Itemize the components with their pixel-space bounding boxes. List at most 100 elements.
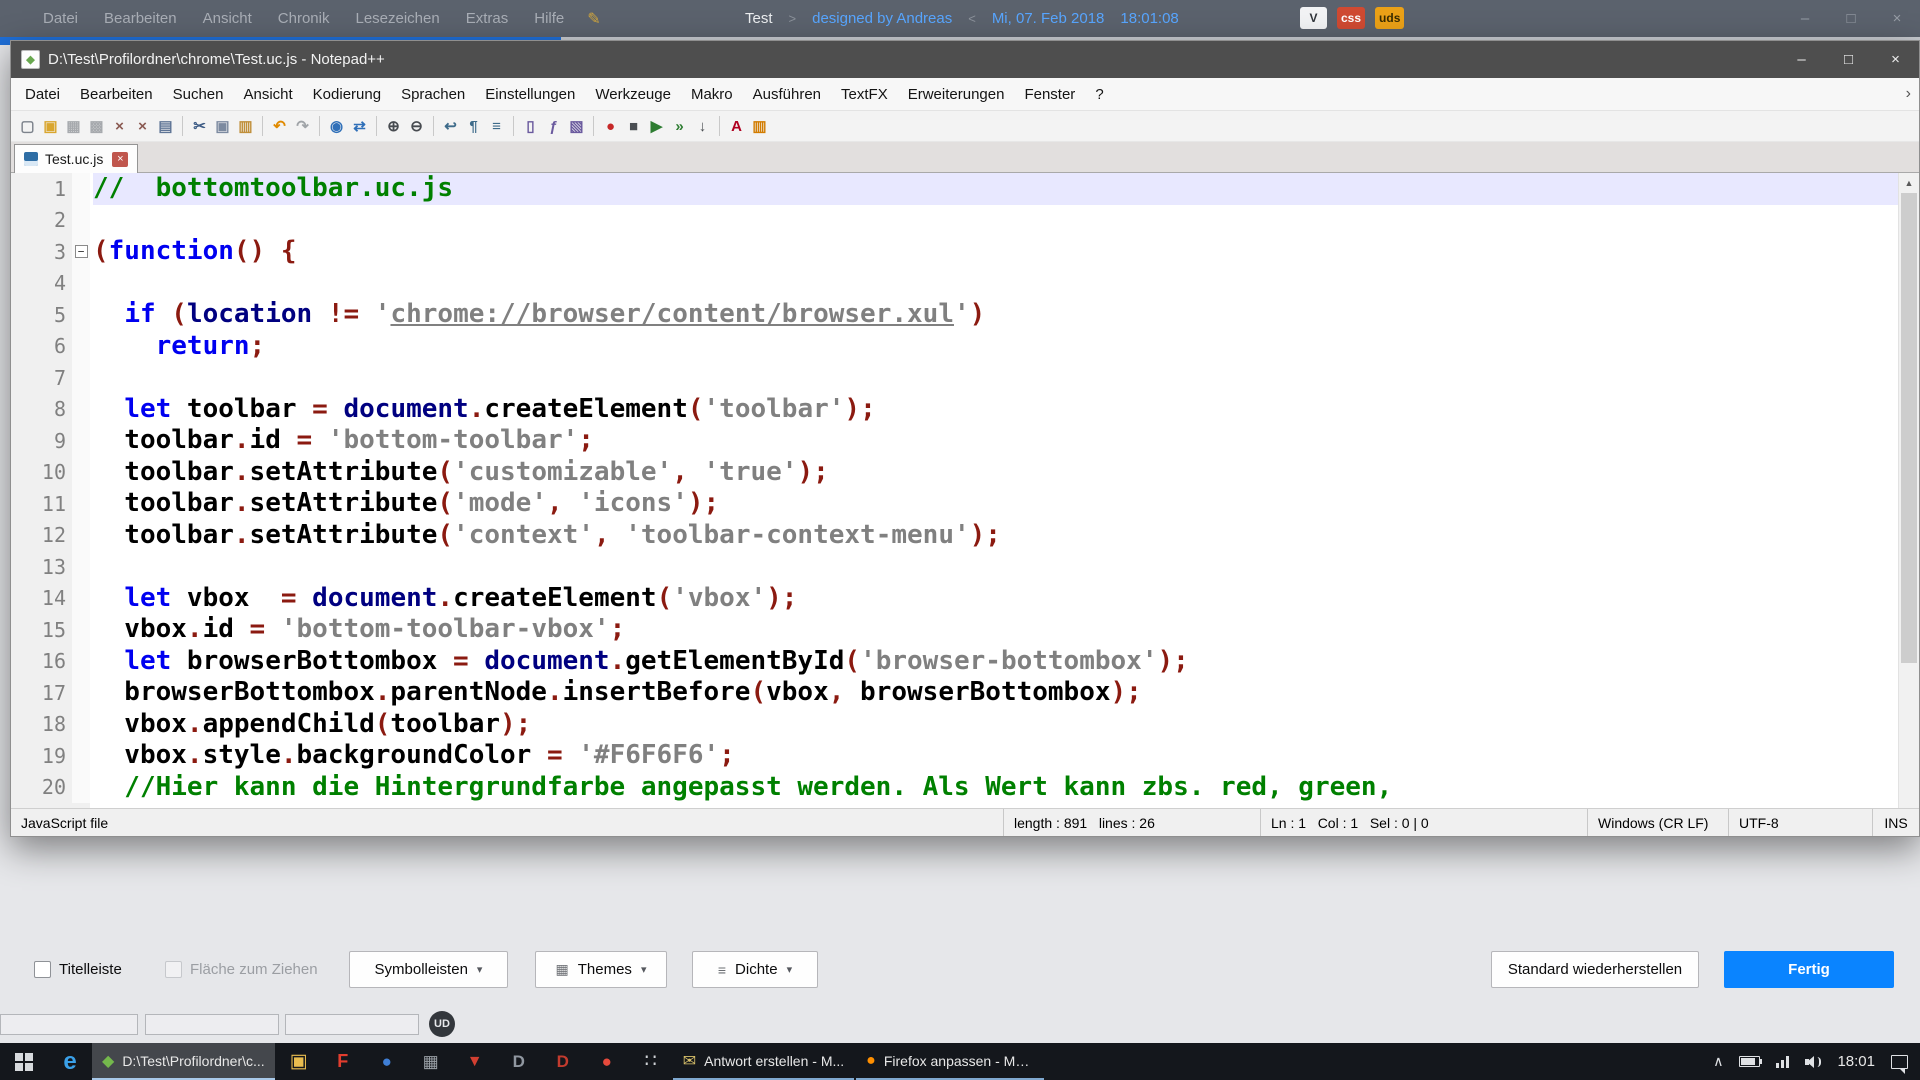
mail-taskbar-button[interactable]: ✉Antwort erstellen - M... — [673, 1043, 854, 1080]
save-all-icon[interactable]: ▩ — [85, 115, 108, 138]
editor-line[interactable]: let browserBottombox = document.getEleme… — [93, 646, 1919, 678]
editor-line[interactable] — [93, 551, 1919, 583]
dots-grid-app-icon[interactable]: ∷ — [629, 1043, 673, 1080]
spell-check-icon[interactable]: A — [725, 115, 748, 138]
tab-test-uc-js[interactable]: Test.uc.js × — [14, 144, 138, 173]
red-d-app-icon[interactable]: D — [541, 1043, 585, 1080]
npp-menu-textfx[interactable]: TextFX — [831, 86, 898, 103]
status-insert-mode[interactable]: INS — [1872, 809, 1919, 836]
npp-titlebar[interactable]: ◆ D:\Test\Profilordner\chrome\Test.uc.js… — [11, 41, 1919, 78]
cut-icon[interactable]: ✂ — [188, 115, 211, 138]
editor-scrollbar[interactable]: ▲ — [1898, 173, 1919, 808]
folder-as-workspace-icon[interactable]: ▧ — [565, 115, 588, 138]
toolbars-dropdown[interactable]: Symbolleisten ▾ — [349, 951, 508, 988]
editor-line[interactable]: let toolbar = document.createElement('to… — [93, 394, 1919, 426]
redo-icon[interactable]: ↷ — [291, 115, 314, 138]
blue-app-icon[interactable]: ● — [365, 1043, 409, 1080]
fold-collapse-icon[interactable]: − — [75, 245, 88, 258]
function-list-icon[interactable]: ƒ — [542, 115, 565, 138]
open-folder-icon[interactable]: ▣ — [39, 115, 62, 138]
editor-line[interactable]: vbox.appendChild(toolbar); — [93, 709, 1919, 741]
done-button[interactable]: Fertig — [1724, 951, 1894, 988]
npp-menu-werkzeuge[interactable]: Werkzeuge — [585, 86, 681, 103]
firefox-menu-datei[interactable]: Datei — [30, 10, 91, 27]
file-explorer-icon[interactable]: ▣ — [277, 1043, 321, 1080]
tab-close-icon[interactable]: × — [112, 152, 128, 167]
start-button[interactable] — [0, 1043, 48, 1080]
print-icon[interactable]: ▤ — [154, 115, 177, 138]
npp-menu-kodierung[interactable]: Kodierung — [303, 86, 391, 103]
css-badge[interactable]: css — [1337, 7, 1365, 29]
tray-clock[interactable]: 18:01 — [1837, 1053, 1875, 1070]
close-all-icon[interactable]: × — [131, 115, 154, 138]
npp-menu-makro[interactable]: Makro — [681, 86, 743, 103]
editor-line[interactable] — [93, 205, 1919, 237]
themes-dropdown[interactable]: ▦ Themes ▾ — [535, 951, 667, 988]
npp-menu-bearbeiten[interactable]: Bearbeiten — [70, 86, 163, 103]
npp-menu-fenster[interactable]: Fenster — [1014, 86, 1085, 103]
menu-overflow-chevron[interactable]: › — [1906, 85, 1911, 103]
npp-maximize-button[interactable]: □ — [1825, 41, 1872, 78]
macro-run-multiple-icon[interactable]: » — [668, 115, 691, 138]
firefox-menu-hilfe[interactable]: Hilfe — [521, 10, 577, 27]
copy-icon[interactable]: ▣ — [211, 115, 234, 138]
status-encoding[interactable]: UTF-8 — [1728, 809, 1872, 836]
npp-menu-ausf-hren[interactable]: Ausführen — [743, 86, 831, 103]
status-eol-format[interactable]: Windows (CR LF) — [1587, 809, 1728, 836]
battery-icon[interactable] — [1739, 1056, 1760, 1067]
npp-menu-einstellungen[interactable]: Einstellungen — [475, 86, 585, 103]
v-badge[interactable]: V — [1300, 7, 1327, 29]
firefox-menu-bearbeiten[interactable]: Bearbeiten — [91, 10, 190, 27]
red-arrow-app-icon[interactable]: ▼ — [453, 1043, 497, 1080]
tray-expand-chevron-icon[interactable]: ∧ — [1713, 1053, 1723, 1070]
save-file-icon[interactable]: ▦ — [62, 115, 85, 138]
editor-line[interactable]: vbox.style.backgroundColor = '#F6F6F6'; — [93, 740, 1919, 772]
edge-icon[interactable]: e — [48, 1043, 92, 1080]
firefox-taskbar-button[interactable]: ●Firefox anpassen - Mo... — [856, 1043, 1044, 1080]
undo-icon[interactable]: ↶ — [268, 115, 291, 138]
speaker-icon[interactable] — [1805, 1055, 1821, 1069]
npp-menu-sprachen[interactable]: Sprachen — [391, 86, 475, 103]
scrollbar-up-icon[interactable]: ▲ — [1899, 173, 1919, 192]
macro-play-icon[interactable]: ▶ — [645, 115, 668, 138]
editor-line[interactable] — [93, 268, 1919, 300]
network-icon[interactable] — [1776, 1056, 1789, 1068]
close-file-icon[interactable]: × — [108, 115, 131, 138]
zoom-out-icon[interactable]: ⊖ — [405, 115, 428, 138]
editor-line[interactable]: toolbar.setAttribute('context', 'toolbar… — [93, 520, 1919, 552]
paste-icon[interactable]: ▥ — [234, 115, 257, 138]
replace-icon[interactable]: ⇄ — [348, 115, 371, 138]
firefox-menu-extras[interactable]: Extras — [453, 10, 522, 27]
word-wrap-icon[interactable]: ↩ — [439, 115, 462, 138]
editor-line[interactable] — [93, 362, 1919, 394]
editor-line[interactable]: // bottomtoolbar.uc.js — [93, 173, 1919, 205]
document-map-icon[interactable]: ▯ — [519, 115, 542, 138]
editor-lines[interactable]: // bottomtoolbar.uc.js(function() { if (… — [90, 173, 1919, 808]
find-icon[interactable]: ◉ — [325, 115, 348, 138]
npp-menu-datei[interactable]: Datei — [15, 86, 70, 103]
red-f-app-icon[interactable]: F — [321, 1043, 365, 1080]
editor-line[interactable]: toolbar.setAttribute('mode', 'icons'); — [93, 488, 1919, 520]
firefox-close-button[interactable]: × — [1874, 0, 1920, 37]
firefox-menu-chronik[interactable]: Chronik — [265, 10, 343, 27]
empty-toolbar-slot[interactable] — [145, 1014, 279, 1035]
document-monitor-icon[interactable]: ▥ — [748, 115, 771, 138]
macro-stop-icon[interactable]: ■ — [622, 115, 645, 138]
macro-save-icon[interactable]: ↓ — [691, 115, 714, 138]
new-file-icon[interactable]: ▢ — [16, 115, 39, 138]
scrollbar-thumb[interactable] — [1901, 193, 1917, 663]
zoom-in-icon[interactable]: ⊕ — [382, 115, 405, 138]
editor-line[interactable]: (function() { — [93, 236, 1919, 268]
npp-menu-suchen[interactable]: Suchen — [163, 86, 234, 103]
editor-line[interactable]: return; — [93, 331, 1919, 363]
density-dropdown[interactable]: ≡ Dichte ▾ — [692, 951, 818, 988]
editor-line[interactable]: let vbox = document.createElement('vbox'… — [93, 583, 1919, 615]
notepadpp-taskbar-button[interactable]: ◆D:\Test\Profilordner\c... — [92, 1043, 275, 1080]
macro-record-icon[interactable]: ● — [599, 115, 622, 138]
titlebar-checkbox[interactable] — [34, 961, 51, 978]
npp-minimize-button[interactable]: – — [1778, 41, 1825, 78]
action-center-icon[interactable] — [1891, 1055, 1908, 1069]
empty-toolbar-slot[interactable] — [0, 1014, 138, 1035]
editor-line[interactable]: browserBottombox.parentNode.insertBefore… — [93, 677, 1919, 709]
firefox-maximize-button[interactable]: □ — [1828, 0, 1874, 37]
